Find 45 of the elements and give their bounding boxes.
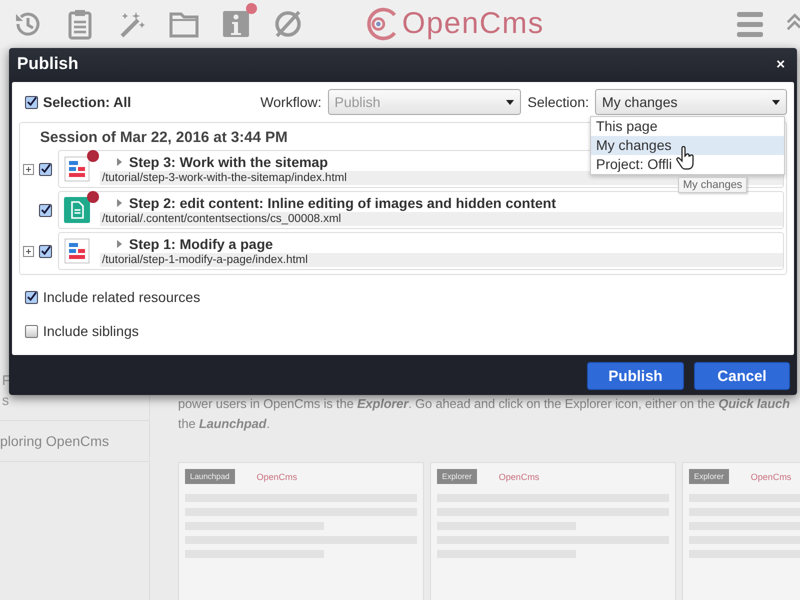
expand-arrow-icon[interactable] [117,198,122,206]
close-button[interactable]: × [776,56,785,72]
resource-path: /tutorial/step-1-modify-a-page/index.html [100,252,783,266]
dropdown-option[interactable]: This page [591,117,784,136]
checkbox-label: Include siblings [43,323,139,339]
hand-cursor-icon [676,146,694,170]
expand-arrow-icon[interactable] [117,240,122,248]
checkbox[interactable] [39,162,52,176]
app-label: Explorer [437,469,477,484]
expand-icon[interactable] [23,246,34,256]
resource-title: Step 1: Modify a page [129,236,273,252]
paragraph-line: power users in OpenCms is the Explorer. Go ahead and click on the Explorer icon, either on the Quick lauch [178,395,791,413]
dropdown-option[interactable]: My changes [591,136,784,155]
tooltip: My changes [678,177,748,193]
caret-icon [772,100,780,104]
caret-icon [506,100,514,104]
checkbox[interactable] [39,244,52,258]
logo-text: OpenCms [256,472,298,482]
dialog-title: Publish [17,54,78,74]
resource-path: /tutorial/.content/contentsections/cs_00008.xml [100,212,783,226]
logo-text: OpenCms [750,472,792,482]
logo-text: OpenCms [402,7,544,41]
info-icon[interactable] [220,8,252,40]
session-title: Session of Mar 22, 2016 at 3:44 PM [40,129,288,146]
checkbox[interactable] [25,324,38,338]
expand-icon[interactable] [23,164,34,174]
resource-title: Step 3: Work with the sitemap [129,154,328,170]
publish-button[interactable]: Publish [587,362,684,390]
app-label: Launchpad [185,469,235,484]
checkbox[interactable] [25,96,38,108]
checkbox[interactable] [39,204,52,216]
logo-text: OpenCms [498,472,540,482]
checkbox-label: Include related resources [43,289,200,305]
selection-select[interactable]: My changes [595,89,787,115]
expand-arrow-icon[interactable] [117,158,122,166]
checkbox-label: Selection: All [43,94,132,110]
checkbox[interactable] [25,290,38,304]
paragraph-line: the Launchpad. [178,415,271,433]
resource-title: Step 2: edit content: Inline editing of images and hidden content [129,194,556,210]
workflow-label: Workflow: [260,94,322,110]
resource-item[interactable]: Step 2: edit content: Inline editing of images and hidden content /tutorial/.content/contentsections/cs_00008.xml [58,191,784,229]
resource-item[interactable]: Step 1: Modify a page /tutorial/step-1-modify-a-page/index.html [58,232,784,270]
app-label: Explorer [689,469,729,484]
cancel-button[interactable]: Cancel [694,362,790,390]
selection-label: Selection: [528,94,589,110]
